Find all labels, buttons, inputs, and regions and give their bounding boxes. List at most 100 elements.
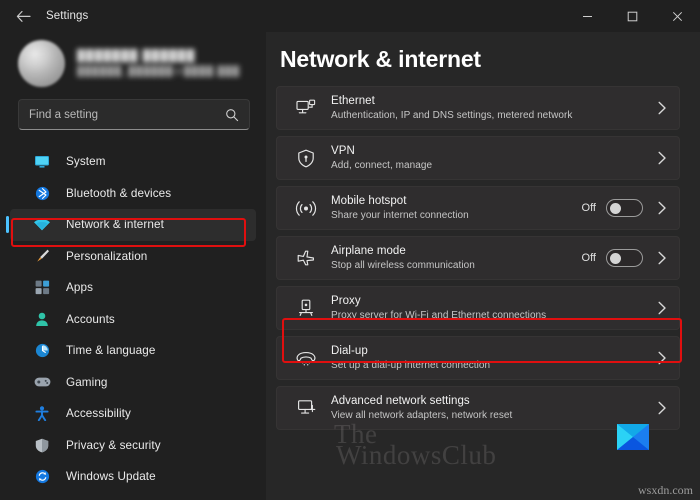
chevron-right-icon[interactable]: [657, 401, 667, 415]
card-subtitle: Add, connect, manage: [331, 160, 433, 171]
search-input[interactable]: [29, 108, 225, 121]
apps-grid-icon: [32, 279, 52, 297]
chevron-right-icon[interactable]: [657, 351, 667, 365]
title-bar: Settings: [0, 0, 700, 32]
update-arrows-icon: [32, 468, 52, 486]
sidebar-item-label: Accounts: [66, 312, 115, 326]
gamepad-icon: [32, 373, 52, 391]
chevron-right-icon[interactable]: [657, 301, 667, 315]
mobile-hotspot-toggle[interactable]: [606, 199, 643, 217]
sidebar-item-label: Accessibility: [66, 407, 131, 421]
card-vpn[interactable]: VPN Add, connect, manage: [276, 136, 680, 180]
toggle-state-label: Off: [581, 252, 596, 264]
page-title: Network & internet: [280, 46, 481, 72]
card-dial-up[interactable]: Dial-up Set up a dial-up internet connec…: [276, 336, 680, 380]
sidebar-item-apps[interactable]: Apps: [10, 272, 256, 304]
back-button[interactable]: [6, 1, 40, 31]
chevron-right-icon[interactable]: [657, 101, 667, 115]
settings-window: Settings ███████ ██████ ██████_██████@██…: [0, 0, 700, 500]
windowsclub-logo-icon: [617, 424, 649, 450]
card-title: Proxy: [331, 295, 361, 307]
maximize-button[interactable]: [610, 0, 655, 32]
monitor-icon: [32, 153, 52, 171]
card-subtitle: View all network adapters, network reset: [331, 410, 513, 421]
toggle-state-label: Off: [581, 202, 596, 214]
sidebar-item-time-language[interactable]: Time & language: [10, 335, 256, 367]
card-title: Dial-up: [331, 345, 368, 357]
sidebar-item-label: Personalization: [66, 249, 148, 263]
card-subtitle: Authentication, IP and DNS settings, met…: [331, 110, 573, 121]
sidebar-item-network-internet[interactable]: Network & internet: [6, 209, 256, 241]
sidebar-item-bluetooth-devices[interactable]: Bluetooth & devices: [10, 178, 256, 210]
card-text: Ethernet Authentication, IP and DNS sett…: [331, 94, 657, 122]
close-button[interactable]: [655, 0, 700, 32]
shield-icon: [32, 436, 52, 454]
minimize-icon: [583, 15, 592, 17]
card-title: Airplane mode: [331, 245, 406, 257]
advanced-network-monitor-icon: [293, 399, 319, 417]
card-mobile-hotspot[interactable]: Mobile hotspot Share your internet conne…: [276, 186, 680, 230]
sidebar-item-label: Apps: [66, 281, 94, 295]
chevron-right-icon[interactable]: [657, 251, 667, 265]
telephone-handset-icon: [293, 350, 319, 366]
toggle-knob: [610, 253, 621, 264]
card-subtitle: Stop all wireless communication: [331, 260, 475, 271]
account-email: ██████_██████@████.███: [77, 66, 241, 77]
person-icon: [32, 310, 52, 328]
card-text: Dial-up Set up a dial-up internet connec…: [331, 344, 657, 372]
airplane-mode-toggle[interactable]: [606, 249, 643, 267]
card-text: VPN Add, connect, manage: [331, 144, 657, 172]
card-title: Ethernet: [331, 95, 375, 107]
chevron-right-icon[interactable]: [657, 151, 667, 165]
minimize-button[interactable]: [565, 0, 610, 32]
account-block[interactable]: ███████ ██████ ██████_██████@████.███: [0, 32, 266, 97]
card-subtitle: Share your internet connection: [331, 210, 469, 221]
sidebar-item-label: Network & internet: [66, 218, 164, 232]
clock-icon: [32, 342, 52, 360]
sidebar-item-label: Bluetooth & devices: [66, 186, 172, 200]
card-text: Advanced network settings View all netwo…: [331, 394, 657, 422]
sidebar-item-accessibility[interactable]: Accessibility: [10, 398, 256, 430]
vpn-shield-icon: [293, 149, 319, 168]
paintbrush-icon: [32, 247, 52, 265]
sidebar-item-label: Privacy & security: [66, 438, 161, 452]
search-wrap: [0, 97, 266, 130]
sidebar-item-privacy-security[interactable]: Privacy & security: [10, 430, 256, 462]
bluetooth-icon: [32, 184, 52, 202]
watermark-credit: wsxdn.com: [638, 483, 693, 497]
wifi-icon: [32, 216, 52, 234]
card-title: VPN: [331, 145, 355, 157]
sidebar-item-label: Time & language: [66, 344, 156, 358]
card-subtitle: Set up a dial-up internet connection: [331, 360, 491, 371]
sidebar-item-gaming[interactable]: Gaming: [10, 367, 256, 399]
maximize-icon: [627, 11, 638, 21]
settings-card-list: Ethernet Authentication, IP and DNS sett…: [276, 86, 680, 430]
card-text: Mobile hotspot Share your internet conne…: [331, 194, 582, 222]
toggle-knob: [610, 203, 621, 214]
card-ethernet[interactable]: Ethernet Authentication, IP and DNS sett…: [276, 86, 680, 130]
sidebar-nav: System Bluetooth & devices Network & int…: [0, 146, 266, 493]
card-subtitle: Proxy server for Wi-Fi and Ethernet conn…: [331, 310, 547, 321]
proxy-server-icon: [293, 299, 319, 318]
card-title: Advanced network settings: [331, 395, 470, 407]
card-text: Proxy Proxy server for Wi-Fi and Etherne…: [331, 294, 657, 322]
sidebar-item-label: Gaming: [66, 375, 108, 389]
sidebar-item-personalization[interactable]: Personalization: [10, 241, 256, 273]
close-icon: [672, 11, 683, 21]
card-text: Airplane mode Stop all wireless communic…: [331, 244, 582, 272]
hotspot-broadcast-icon: [293, 200, 319, 217]
card-proxy[interactable]: Proxy Proxy server for Wi-Fi and Etherne…: [276, 286, 680, 330]
search-icon: [225, 108, 239, 122]
account-name: ███████ ██████: [77, 50, 196, 62]
airplane-icon: [293, 249, 319, 267]
sidebar-item-accounts[interactable]: Accounts: [10, 304, 256, 336]
sidebar-item-system[interactable]: System: [10, 146, 256, 178]
search-box[interactable]: [18, 99, 250, 130]
ethernet-monitor-icon: [293, 99, 319, 117]
accessibility-person-icon: [32, 405, 52, 423]
back-arrow-icon: [16, 10, 31, 22]
chevron-right-icon[interactable]: [657, 201, 667, 215]
card-airplane-mode[interactable]: Airplane mode Stop all wireless communic…: [276, 236, 680, 280]
window-title: Settings: [46, 10, 89, 22]
sidebar-item-windows-update[interactable]: Windows Update: [10, 461, 256, 493]
